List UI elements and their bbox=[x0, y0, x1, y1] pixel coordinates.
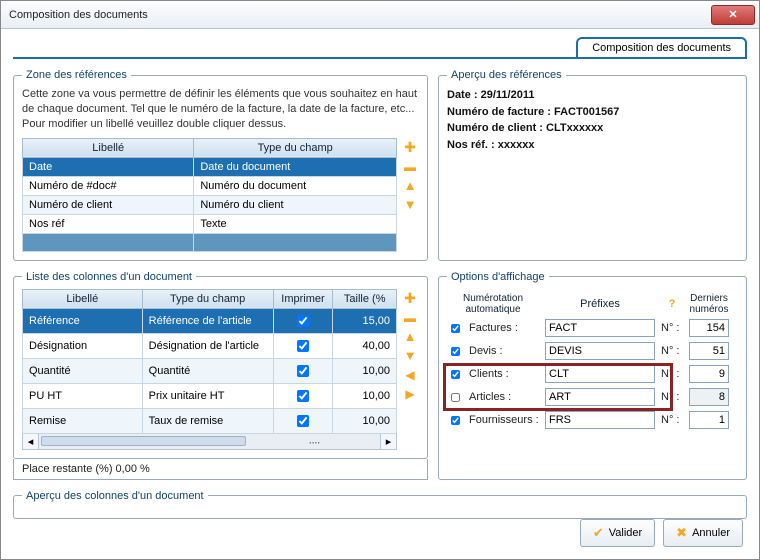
preview-line: Numéro de facture : FACT001567 bbox=[447, 104, 738, 121]
options-affichage: Options d'affichage Numérotation automat… bbox=[438, 271, 747, 480]
apercu-references-legend: Aperçu des références bbox=[447, 69, 566, 81]
factures-num-input[interactable] bbox=[689, 319, 729, 337]
n-label: N° : bbox=[661, 322, 683, 334]
table-row[interactable]: PU HTPrix unitaire HT10,00 bbox=[23, 383, 397, 408]
valider-button[interactable]: ✔Valider bbox=[580, 519, 655, 547]
plus-icon[interactable] bbox=[401, 140, 419, 156]
devis-num-input[interactable] bbox=[689, 342, 729, 360]
col-type[interactable]: Type du champ bbox=[194, 138, 397, 157]
header-prefixes: Préfixes bbox=[545, 298, 655, 310]
left-icon[interactable] bbox=[401, 367, 419, 383]
down-icon[interactable] bbox=[401, 348, 419, 364]
devis-checkbox[interactable] bbox=[451, 345, 460, 358]
articles-checkbox[interactable] bbox=[451, 391, 460, 404]
scroll-right-icon[interactable]: ▸ bbox=[380, 434, 396, 449]
horizontal-scrollbar[interactable]: ◂ ᠁ ▸ bbox=[22, 434, 397, 450]
table-row[interactable]: QuantitéQuantité10,00 bbox=[23, 358, 397, 383]
preview-line: Date : 29/11/2011 bbox=[447, 87, 738, 104]
place-restante: Place restante (%) 0,00 % bbox=[13, 459, 428, 480]
cancel-icon: ✖ bbox=[676, 525, 687, 541]
articles-label: Articles : bbox=[469, 391, 539, 403]
devis-prefix-input[interactable] bbox=[545, 342, 655, 360]
table-row[interactable]: Numéro de #doc#Numéro du document bbox=[23, 176, 397, 195]
preview-line: Nos réf. : xxxxxx bbox=[447, 137, 738, 154]
print-checkbox[interactable] bbox=[297, 365, 309, 377]
down-icon[interactable] bbox=[401, 197, 419, 213]
plus-icon[interactable] bbox=[401, 291, 419, 307]
table-row[interactable] bbox=[23, 233, 397, 251]
minus-icon[interactable] bbox=[401, 310, 419, 326]
fournisseurs-label: Fournisseurs : bbox=[469, 414, 539, 426]
factures-label: Factures : bbox=[469, 322, 539, 334]
preview-line: Numéro de client : CLTxxxxxx bbox=[447, 120, 738, 137]
table-row[interactable]: RéférenceRéférence de l'article15,00 bbox=[23, 308, 397, 333]
table-row[interactable]: Numéro de clientNuméro du client bbox=[23, 195, 397, 214]
clients-label: Clients : bbox=[469, 368, 539, 380]
devis-label: Devis : bbox=[469, 345, 539, 357]
header-derniers: Derniers numéros bbox=[689, 293, 729, 315]
apercu-references: Aperçu des références Date : 29/11/2011 … bbox=[438, 69, 747, 261]
apercu-colonnes: Aperçu des colonnes d'un document bbox=[13, 490, 747, 519]
up-icon[interactable] bbox=[401, 178, 419, 194]
fournisseurs-num-input[interactable] bbox=[689, 411, 729, 429]
print-checkbox[interactable] bbox=[297, 415, 309, 427]
table-row[interactable]: RemiseTaux de remise10,00 bbox=[23, 408, 397, 433]
col-imprimer[interactable]: Imprimer bbox=[273, 289, 333, 308]
tab-strip: Composition des documents bbox=[13, 37, 747, 59]
col-taille[interactable]: Taille (% bbox=[333, 289, 397, 308]
options-legend: Options d'affichage bbox=[447, 271, 549, 283]
right-icon[interactable] bbox=[401, 386, 419, 402]
table-row[interactable]: DateDate du document bbox=[23, 157, 397, 176]
articles-prefix-input[interactable] bbox=[545, 388, 655, 406]
liste-colonnes-legend: Liste des colonnes d'un document bbox=[22, 271, 196, 283]
col-type[interactable]: Type du champ bbox=[142, 289, 273, 308]
close-button[interactable]: ✕ bbox=[711, 5, 755, 25]
col-libelle[interactable]: Libellé bbox=[23, 289, 143, 308]
fournisseurs-checkbox[interactable] bbox=[451, 414, 460, 427]
zone-references: Zone des références Cette zone va vous p… bbox=[13, 69, 428, 261]
apercu-colonnes-legend: Aperçu des colonnes d'un document bbox=[22, 490, 208, 502]
zone-references-legend: Zone des références bbox=[22, 69, 131, 81]
print-checkbox[interactable] bbox=[297, 315, 309, 327]
annuler-button[interactable]: ✖Annuler bbox=[663, 519, 743, 547]
columns-table[interactable]: Libellé Type du champ Imprimer Taille (%… bbox=[22, 289, 397, 434]
liste-colonnes: Liste des colonnes d'un document Libellé… bbox=[13, 271, 428, 459]
references-table[interactable]: Libellé Type du champ DateDate du docume… bbox=[22, 138, 397, 252]
minus-icon[interactable] bbox=[401, 159, 419, 175]
help-icon[interactable]: ? bbox=[661, 298, 683, 310]
titlebar: Composition des documents ✕ bbox=[1, 1, 759, 29]
table-row[interactable]: DésignationDésignation de l'article40,00 bbox=[23, 333, 397, 358]
clients-num-input[interactable] bbox=[689, 365, 729, 383]
factures-checkbox[interactable] bbox=[451, 322, 460, 335]
zone-references-help: Cette zone va vous permettre de définir … bbox=[22, 87, 419, 132]
clients-checkbox[interactable] bbox=[451, 368, 460, 381]
header-nauto: Numérotation automatique bbox=[447, 293, 539, 315]
factures-prefix-input[interactable] bbox=[545, 319, 655, 337]
scroll-thumb[interactable] bbox=[41, 436, 246, 446]
col-libelle[interactable]: Libellé bbox=[23, 138, 194, 157]
close-icon: ✕ bbox=[728, 8, 737, 21]
up-icon[interactable] bbox=[401, 329, 419, 345]
fournisseurs-prefix-input[interactable] bbox=[545, 411, 655, 429]
clients-prefix-input[interactable] bbox=[545, 365, 655, 383]
scroll-left-icon[interactable]: ◂ bbox=[23, 434, 39, 449]
table-row[interactable]: Nos réfTexte bbox=[23, 214, 397, 233]
window-title: Composition des documents bbox=[9, 9, 148, 21]
tab-composition[interactable]: Composition des documents bbox=[576, 37, 747, 57]
print-checkbox[interactable] bbox=[297, 390, 309, 402]
check-icon: ✔ bbox=[593, 525, 604, 541]
print-checkbox[interactable] bbox=[297, 340, 309, 352]
articles-num-input[interactable] bbox=[689, 388, 729, 406]
